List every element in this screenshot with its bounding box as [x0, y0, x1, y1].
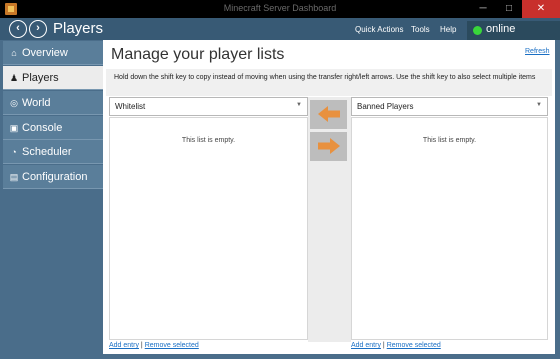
transfer-controls — [308, 97, 351, 342]
right-list-selector[interactable]: Banned Players ▼ — [351, 97, 548, 116]
separator: | — [382, 342, 385, 349]
sidebar-item-label: Players — [22, 72, 59, 84]
sidebar-item-overview[interactable]: ⌂ Overview — [3, 41, 103, 65]
forward-button[interactable]: › — [29, 20, 47, 38]
remove-selected-link[interactable]: Remove selected — [387, 342, 441, 349]
menu-help[interactable]: Help — [440, 25, 456, 34]
page-title: Players — [53, 20, 104, 37]
right-list-actions: Add entry | Remove selected — [351, 342, 441, 349]
clock-icon: ◔ — [11, 147, 17, 157]
chevron-down-icon: ▼ — [296, 102, 302, 108]
left-list-selected: Whitelist — [115, 102, 146, 111]
remove-selected-link[interactable]: Remove selected — [145, 342, 199, 349]
sidebar: ⌂ Overview ♟ Players ◎ World ▣ Console ◔ Sche… — [3, 40, 103, 356]
user-icon: ♟ — [9, 73, 19, 83]
transfer-left-button[interactable] — [310, 100, 347, 129]
maximize-button[interactable]: □ — [496, 0, 522, 18]
sidebar-item-label: World — [22, 97, 51, 109]
left-list-actions: Add entry | Remove selected — [109, 342, 199, 349]
empty-list-message: This list is empty. — [181, 137, 236, 144]
section-title: Manage your player lists — [111, 46, 285, 63]
left-player-list[interactable]: This list is empty. — [109, 117, 308, 340]
sidebar-item-configuration[interactable]: ▤ Configuration — [3, 165, 103, 189]
window-titlebar: Minecraft Server Dashboard ─ □ ✕ — [0, 0, 560, 18]
transfer-right-button[interactable] — [310, 132, 347, 161]
sidebar-item-label: Overview — [22, 47, 68, 59]
add-entry-link[interactable]: Add entry — [109, 342, 139, 349]
right-list-selected: Banned Players — [357, 102, 414, 111]
status-indicator-icon — [473, 26, 482, 35]
left-list-selector[interactable]: Whitelist ▼ — [109, 97, 308, 116]
sidebar-item-label: Console — [22, 122, 63, 134]
minimize-button[interactable]: ─ — [470, 0, 496, 18]
arrow-right-icon — [318, 138, 340, 154]
sidebar-item-label: Scheduler — [22, 146, 72, 158]
globe-icon: ◎ — [10, 98, 18, 108]
sidebar-item-label: Configuration — [22, 171, 88, 183]
app-window: Minecraft Server Dashboard ─ □ ✕ ‹ › Pla… — [0, 0, 560, 359]
close-button[interactable]: ✕ — [522, 0, 560, 18]
home-icon: ⌂ — [11, 48, 17, 58]
sidebar-item-scheduler[interactable]: ◔ Scheduler — [3, 140, 103, 164]
arrow-left-icon — [318, 106, 340, 122]
server-status: online — [467, 21, 560, 40]
main-content: Manage your player lists Refresh Hold do… — [103, 40, 555, 354]
instructions-text: Hold down the shift key to copy instead … — [106, 69, 552, 96]
back-button[interactable]: ‹ — [9, 20, 27, 38]
document-icon: ▤ — [9, 172, 19, 182]
sidebar-item-world[interactable]: ◎ World — [3, 91, 103, 115]
arrow-right-circle-icon: › — [36, 22, 40, 34]
refresh-link[interactable]: Refresh — [525, 48, 550, 55]
arrow-left-circle-icon: ‹ — [16, 22, 20, 34]
status-text: online — [486, 23, 516, 35]
empty-list-message: This list is empty. — [422, 137, 477, 144]
console-icon: ▣ — [9, 123, 19, 133]
menu-quick-actions[interactable]: Quick Actions — [355, 25, 403, 34]
add-entry-link[interactable]: Add entry — [351, 342, 381, 349]
separator: | — [140, 342, 143, 349]
chevron-down-icon: ▼ — [536, 102, 542, 108]
right-player-list[interactable]: This list is empty. — [351, 117, 548, 340]
sidebar-item-players[interactable]: ♟ Players — [3, 66, 103, 90]
sidebar-item-console[interactable]: ▣ Console — [3, 116, 103, 140]
menu-tools[interactable]: Tools — [411, 25, 430, 34]
